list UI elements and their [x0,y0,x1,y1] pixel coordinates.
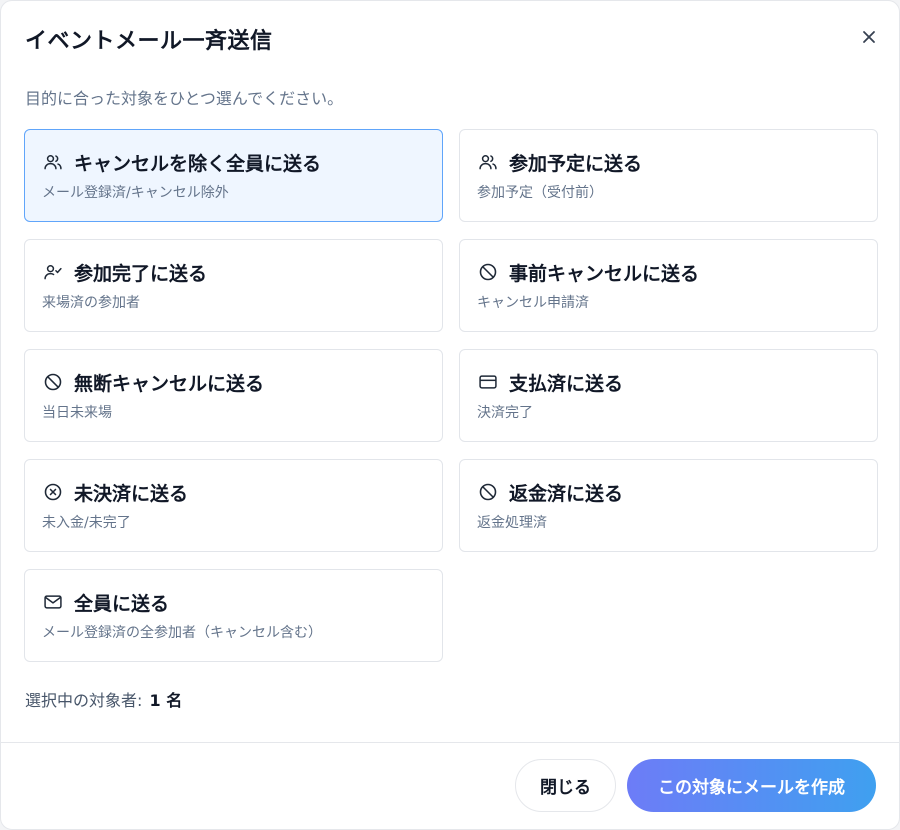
selected-count-value: 1 名 [149,691,183,710]
target-option-title: 無断キャンセルに送る [74,372,265,395]
dialog-title: イベントメール一斉送信 [25,29,273,54]
footer-divider [1,742,899,743]
target-option-card[interactable]: 無断キャンセルに送る当日未来場 [24,349,443,442]
close-button[interactable] [855,25,883,53]
target-option-title: キャンセルを除く全員に送る [74,152,322,175]
target-option-description: キャンセル申請済 [477,295,589,311]
users-icon [42,151,64,173]
target-option-card[interactable]: 参加予定に送る参加予定（受付前） [459,129,878,222]
target-option-description: メール登録済/キャンセル除外 [42,185,229,201]
credit-card-icon [477,371,499,393]
target-option-title: 参加完了に送る [74,262,208,285]
target-option-header: 事前キャンセルに送る [477,260,861,285]
target-option-card[interactable]: 全員に送るメール登録済の全参加者（キャンセル含む） [24,569,443,662]
mail-icon [42,591,64,613]
target-options-grid: キャンセルを除く全員に送る メール登録済/キャンセル除外 参加予定に送る 参加予定（受… [24,129,878,662]
ban-icon [477,481,499,503]
target-option-description: メール登録済の全参加者（キャンセル含む） [42,625,322,641]
target-option-description: 決済完了 [477,405,533,421]
target-option-card[interactable]: 参加完了に送る来場済の参加者 [24,239,443,332]
x-circle-icon [42,481,64,503]
target-option-header: キャンセルを除く全員に送る [42,150,426,175]
target-option-card[interactable]: 支払済に送る決済完了 [459,349,878,442]
dialog-subtitle: 目的に合った対象をひとつ選んでください。 [25,89,344,108]
target-option-description: 未入金/未完了 [42,515,131,531]
target-option-header: 返金済に送る [477,480,861,505]
target-option-title: 事前キャンセルに送る [509,262,700,285]
dialog-footer: 閉じる この対象にメールを作成 [515,759,876,812]
target-option-card[interactable]: 未決済に送る未入金/未完了 [24,459,443,552]
target-option-description: 来場済の参加者 [42,295,140,311]
email-broadcast-dialog: イベントメール一斉送信 目的に合った対象をひとつ選んでください。 キャンセルを除… [0,0,900,830]
ban-icon [477,261,499,283]
target-option-title: 未決済に送る [74,482,189,505]
target-option-header: 無断キャンセルに送る [42,370,426,395]
user-check-icon [42,261,64,283]
dialog-header: イベントメール一斉送信 [25,23,875,55]
target-option-header: 参加完了に送る [42,260,426,285]
target-option-title: 全員に送る [74,592,170,615]
target-option-card[interactable]: キャンセルを除く全員に送るメール登録済/キャンセル除外 [24,129,443,222]
ban-icon [42,371,64,393]
target-option-header: 全員に送る [42,590,426,615]
target-option-card[interactable]: 事前キャンセルに送るキャンセル申請済 [459,239,878,332]
target-option-title: 参加予定に送る [509,152,643,175]
selected-count: 選択中の対象者: 1 名 [25,687,182,711]
target-option-description: 当日未来場 [42,405,112,421]
target-option-description: 返金処理済 [477,515,547,531]
selected-count-label: 選択中の対象者: [25,691,143,710]
target-option-title: 支払済に送る [509,372,624,395]
target-option-header: 参加予定に送る [477,150,861,175]
target-option-header: 未決済に送る [42,480,426,505]
target-option-title: 返金済に送る [509,482,624,505]
users-icon [477,151,499,173]
create-email-button[interactable]: この対象にメールを作成 [627,759,876,812]
target-option-description: 参加予定（受付前） [477,185,603,201]
close-icon [861,29,877,49]
target-option-card[interactable]: 返金済に送る返金処理済 [459,459,878,552]
close-dialog-button[interactable]: 閉じる [515,759,616,812]
target-option-header: 支払済に送る [477,370,861,395]
